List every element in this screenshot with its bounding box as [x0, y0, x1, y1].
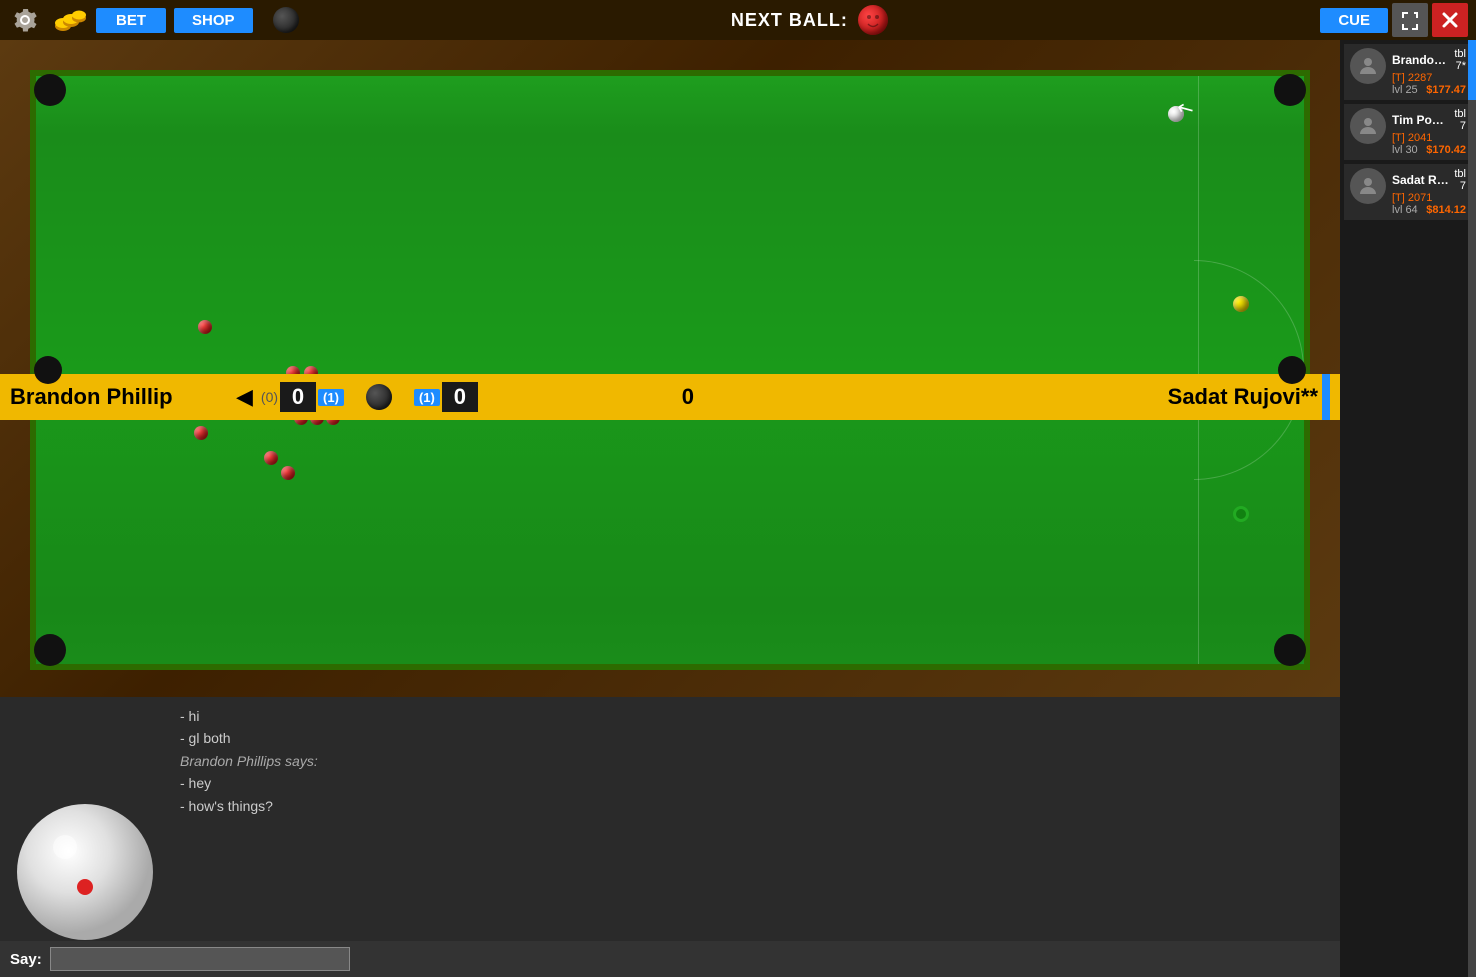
- chat-message-2: - gl both: [180, 727, 1330, 749]
- coins-icon: [50, 3, 88, 37]
- next-ball-indicator: [858, 5, 888, 35]
- player2-score-left: 0: [442, 382, 478, 412]
- chat-message-5: - how's things?: [180, 795, 1330, 817]
- chat-area: - hi - gl both Brandon Phillips says: - …: [0, 697, 1340, 941]
- top-right-buttons: CUE: [1320, 3, 1468, 37]
- cue-ball-preview: [10, 797, 160, 947]
- next-ball-label: NEXT BALL:: [731, 10, 848, 31]
- player-card-0[interactable]: Brandon Ph.. tbl 7* [T] 2287 lvl 25 $177…: [1344, 44, 1472, 100]
- player-money-1: $170.42: [1426, 144, 1466, 156]
- player1-badge: (1): [318, 389, 344, 406]
- table-felt[interactable]: ↖: [30, 70, 1310, 670]
- ball-red-isolated: [198, 320, 212, 334]
- player-info-0: Brandon Ph.. tbl 7* [T] 2287 lvl 25 $177…: [1392, 48, 1466, 96]
- chat-input[interactable]: [50, 947, 350, 971]
- bottom-area: - hi - gl both Brandon Phillips says: - …: [0, 697, 1340, 977]
- player-level-2: lvl 64: [1392, 204, 1418, 216]
- shop-button[interactable]: SHOP: [174, 8, 253, 33]
- player-level-0: lvl 25: [1392, 84, 1418, 96]
- player-money-0: $177.47: [1426, 84, 1466, 96]
- player1-score: 0: [280, 382, 316, 412]
- chat-message-3: Brandon Phillips says:: [180, 750, 1330, 772]
- player-level-1: lvl 30: [1392, 144, 1418, 156]
- next-ball-area: NEXT BALL:: [307, 5, 1313, 35]
- player2-name: Sadat Rujovi**: [898, 384, 1318, 410]
- avatar-1: [1350, 108, 1386, 144]
- blue-bar: [1322, 374, 1330, 420]
- bet-button[interactable]: BET: [96, 8, 166, 33]
- right-panel: Brandon Ph.. tbl 7* [T] 2287 lvl 25 $177…: [1340, 40, 1476, 977]
- player-rating-2: [T] 2071: [1392, 192, 1466, 204]
- ball-green: [1233, 506, 1249, 522]
- close-button[interactable]: [1432, 3, 1468, 37]
- player-money-2: $814.12: [1426, 204, 1466, 216]
- center-score: 0: [682, 384, 694, 410]
- scrollbar-thumb[interactable]: [1468, 40, 1476, 100]
- player1-name: Brandon Phillip: [10, 384, 230, 410]
- player-rating-1: [T] 2041: [1392, 132, 1466, 144]
- player-name-1: Tim Porter: [1392, 113, 1447, 127]
- top-bar: BET SHOP NEXT BALL: CUE: [0, 0, 1476, 40]
- player-name-2: Sadat Rujo..: [1392, 173, 1449, 187]
- ball-yellow: [1233, 296, 1249, 312]
- expand-button[interactable]: [1392, 3, 1428, 37]
- chat-message-4: - hey: [180, 772, 1330, 794]
- say-label: Say:: [10, 951, 42, 968]
- chat-message-1: - hi: [180, 705, 1330, 727]
- player-card-1[interactable]: Tim Porter tbl 7 [T] 2041 lvl 30 $170.42: [1344, 104, 1472, 160]
- player-name-0: Brandon Ph..: [1392, 53, 1447, 67]
- settings-button[interactable]: [8, 3, 42, 37]
- avatar-0: [1350, 48, 1386, 84]
- ball-red-13: [194, 426, 208, 440]
- player2-badge-left: (1): [414, 389, 440, 406]
- player-card-2[interactable]: Sadat Rujo.. tbl 7 [T] 2071 lvl 64 $814.…: [1344, 164, 1472, 220]
- score-bar: Brandon Phillip ◀ (0) 0 (1) (1) 0 0 Sada…: [0, 374, 1340, 420]
- table-container[interactable]: ↖ 45: [0, 40, 1340, 700]
- player1-frames-bracket: (0): [261, 389, 278, 405]
- player-info-1: Tim Porter tbl 7 [T] 2041 lvl 30 $170.42: [1392, 108, 1466, 156]
- player-rating-0: [T] 2287: [1392, 72, 1466, 84]
- cue-button[interactable]: CUE: [1320, 8, 1388, 33]
- center-ball: [366, 384, 392, 410]
- player-table-0: tbl 7*: [1447, 48, 1466, 72]
- scrollbar[interactable]: [1468, 40, 1476, 977]
- player-table-2: tbl 7: [1449, 168, 1466, 192]
- player1-turn-arrow: ◀: [236, 384, 253, 410]
- chat-input-row: Say:: [0, 941, 1340, 977]
- player-info-2: Sadat Rujo.. tbl 7 [T] 2071 lvl 64 $814.…: [1392, 168, 1466, 216]
- player-table-1: tbl 7: [1447, 108, 1466, 132]
- avatar-2: [1350, 168, 1386, 204]
- ball-red-15: [281, 466, 295, 480]
- ball-red-14: [264, 451, 278, 465]
